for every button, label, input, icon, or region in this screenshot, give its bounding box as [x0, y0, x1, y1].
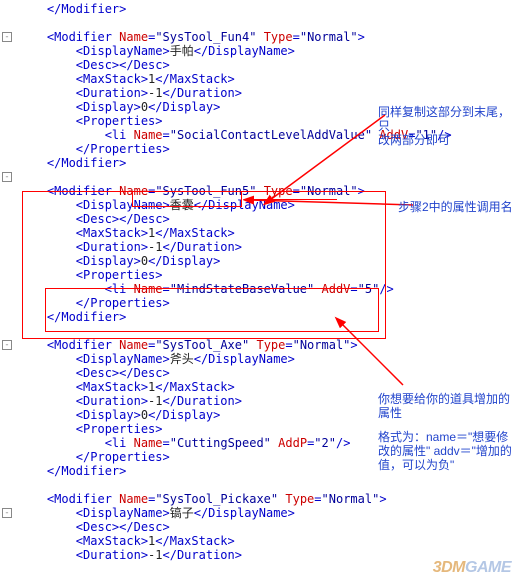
fold-icon[interactable]: -: [2, 508, 12, 518]
fold-icon[interactable]: -: [2, 340, 12, 350]
code-editor: - - - - </Modifier> <Modifier Name="SysT…: [0, 0, 517, 564]
annotation-format: 格式为：name＝"想要修 改的属性" addv＝"增加的 值，可以为负": [378, 430, 512, 472]
code-line: <Modifier Name="SysTool_Fun5" Type="Norm…: [18, 184, 517, 198]
annotation-copy: 同样复制这部分到末尾，只 改两部分即可: [378, 105, 517, 147]
code-line: <Modifier Name="SysTool_Fun4" Type="Norm…: [18, 30, 517, 44]
annotation-prop: 你想要给你的道具增加的 属性: [378, 392, 510, 420]
watermark: 3DMGAME: [433, 559, 511, 577]
gutter: - - - -: [0, 0, 14, 518]
strike-line: [249, 199, 337, 200]
annotation-step2: 步骤2中的属性调用名: [398, 200, 513, 214]
fold-icon[interactable]: -: [2, 32, 12, 42]
code-line: <Modifier Name="SysTool_Axe" Type="Norma…: [18, 338, 517, 352]
code-line: </Modifier>: [18, 2, 517, 16]
code-line: <Modifier Name="SysTool_Pickaxe" Type="N…: [18, 492, 517, 506]
fold-icon[interactable]: -: [2, 172, 12, 182]
